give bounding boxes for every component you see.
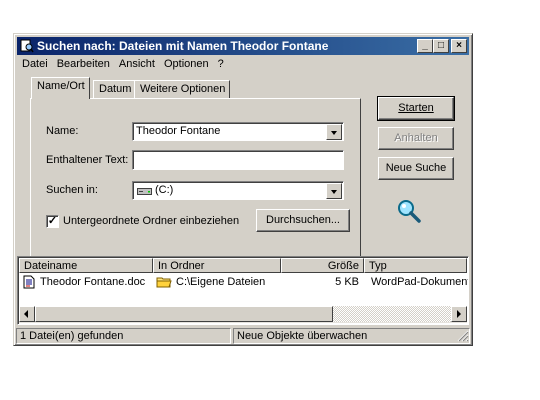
name-label: Name: xyxy=(46,125,79,137)
start-button[interactable]: Starten xyxy=(377,96,455,121)
menu-optionen[interactable]: Optionen xyxy=(159,56,213,70)
maximize-icon: □ xyxy=(437,40,445,51)
horizontal-scrollbar[interactable] xyxy=(19,306,467,323)
column-header-type[interactable]: Typ xyxy=(364,258,467,273)
tab-name-ort-label: Name/Ort xyxy=(37,80,85,92)
column-header-folder[interactable]: In Ordner xyxy=(153,258,281,273)
status-found: 1 Datei(en) gefunden xyxy=(16,328,231,344)
column-header-name[interactable]: Dateiname xyxy=(19,258,153,273)
menu-bearbeiten[interactable]: Bearbeiten xyxy=(52,56,114,70)
tab-name-ort[interactable]: Name/Ort xyxy=(31,77,90,99)
row-type: WordPad-Dokument xyxy=(371,276,469,288)
row-size: 5 KB xyxy=(335,276,359,288)
minimize-button[interactable]: _ xyxy=(417,39,433,53)
scroll-left-button[interactable] xyxy=(19,306,35,322)
subfolders-label: Untergeordnete Ordner einbeziehen xyxy=(63,215,240,227)
name-value: Theodor Fontane xyxy=(136,125,221,137)
search-in-dropdown-button[interactable] xyxy=(326,183,342,199)
row-folder: C:\Eigene Dateien xyxy=(176,276,266,288)
menu-datei[interactable]: Datei xyxy=(17,56,52,70)
tab-datum-label: Datum xyxy=(99,83,132,95)
window-title: Suchen nach: Dateien mit Namen Theodor F… xyxy=(37,39,329,53)
browse-button[interactable]: Durchsuchen... xyxy=(256,209,350,232)
column-header-type-label: Typ xyxy=(369,260,387,272)
menu-help[interactable]: ? xyxy=(213,56,228,70)
stop-button-label: Anhalten xyxy=(394,132,438,144)
column-header-name-label: Dateiname xyxy=(24,260,78,272)
maximize-button[interactable]: □ xyxy=(433,39,449,53)
results-list[interactable]: Dateiname In Ordner Größe Typ Theodor Fo… xyxy=(17,256,469,325)
browse-button-label: Durchsuchen... xyxy=(266,214,340,226)
start-button-label: Starten xyxy=(398,102,434,114)
tab-panel: Name: Theodor Fontane Enthaltener Text: … xyxy=(30,98,361,258)
name-dropdown-button[interactable] xyxy=(326,124,342,140)
tab-weitere-optionen[interactable]: Weitere Optionen xyxy=(134,80,231,98)
column-header-folder-label: In Ordner xyxy=(158,260,205,272)
text-label: Enthaltener Text: xyxy=(46,154,129,166)
tab-datum[interactable]: Datum xyxy=(93,80,137,98)
close-icon: × xyxy=(456,40,462,51)
new-search-button[interactable]: Neue Suche xyxy=(378,157,454,180)
scroll-right-button[interactable] xyxy=(451,306,467,322)
close-button[interactable]: × xyxy=(451,39,467,53)
row-file-name: Theodor Fontane.doc xyxy=(40,276,146,288)
name-combobox[interactable]: Theodor Fontane xyxy=(132,122,344,141)
drive-icon xyxy=(137,188,152,195)
stop-button: Anhalten xyxy=(378,127,454,150)
magnifier-icon xyxy=(398,200,421,223)
scrollbar-track[interactable] xyxy=(333,306,451,322)
column-header-size[interactable]: Größe xyxy=(281,258,364,273)
find-app-icon xyxy=(20,39,34,53)
resize-grip-icon[interactable] xyxy=(457,330,469,342)
menu-ansicht[interactable]: Ansicht xyxy=(114,56,159,70)
status-monitor: Neue Objekte überwachen xyxy=(233,328,470,344)
search-in-value: (C:) xyxy=(155,184,174,196)
column-header-size-label: Größe xyxy=(327,260,359,272)
document-icon xyxy=(23,275,35,289)
folder-icon xyxy=(156,277,172,288)
tab-weitere-optionen-label: Weitere Optionen xyxy=(140,83,226,95)
arrow-left-icon xyxy=(24,310,28,318)
scrollbar-thumb[interactable] xyxy=(35,306,333,322)
status-monitor-text: Neue Objekte überwachen xyxy=(237,330,368,342)
arrow-right-icon xyxy=(457,310,461,318)
status-found-text: 1 Datei(en) gefunden xyxy=(20,330,124,342)
search-window: Suchen nach: Dateien mit Namen Theodor F… xyxy=(13,33,473,346)
search-in-label: Suchen in: xyxy=(46,184,98,196)
search-in-combobox[interactable]: (C:) xyxy=(132,181,344,200)
text-input[interactable] xyxy=(132,150,344,170)
minimize-icon: _ xyxy=(422,40,428,51)
menu-bar: Datei Bearbeiten Ansicht Optionen? xyxy=(17,56,228,74)
subfolders-checkbox[interactable]: ✓ xyxy=(46,215,59,228)
title-bar[interactable]: Suchen nach: Dateien mit Namen Theodor F… xyxy=(17,37,469,55)
new-search-button-label: Neue Suche xyxy=(385,162,447,174)
